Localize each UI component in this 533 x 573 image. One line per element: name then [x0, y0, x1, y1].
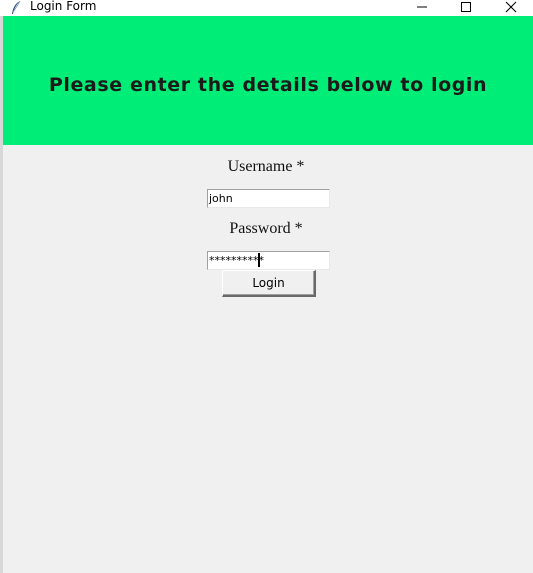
close-button[interactable]	[489, 0, 533, 14]
login-window: Login Form Please enter the details belo…	[0, 0, 533, 573]
username-field[interactable]: john	[207, 189, 330, 208]
minimize-icon	[416, 1, 428, 13]
text-cursor	[258, 253, 260, 267]
password-field[interactable]: **********	[207, 251, 330, 270]
username-label: Username *	[227, 158, 305, 175]
maximize-button[interactable]	[444, 0, 488, 14]
banner-heading: Please enter the details below to login	[48, 73, 488, 96]
feather-icon	[10, 0, 22, 14]
login-button[interactable]: Login	[222, 270, 316, 297]
title-bar[interactable]: Login Form	[0, 0, 533, 16]
minimize-button[interactable]	[400, 0, 444, 14]
window-title: Login Form	[30, 0, 97, 13]
password-label: Password *	[229, 220, 303, 237]
header-banner: Please enter the details below to login	[3, 16, 533, 145]
maximize-icon	[460, 1, 472, 13]
close-icon	[505, 1, 517, 13]
